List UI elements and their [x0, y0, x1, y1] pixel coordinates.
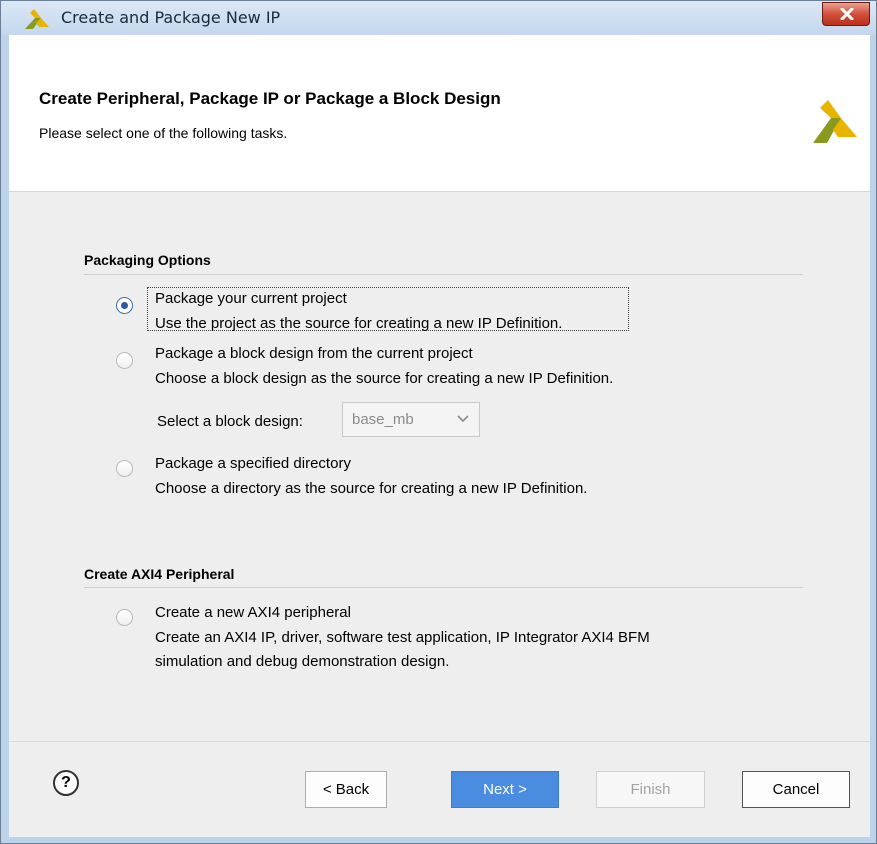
- footer-divider: [9, 741, 870, 742]
- radio-package-directory[interactable]: [116, 460, 133, 477]
- window-title: Create and Package New IP: [61, 8, 281, 27]
- block-design-select[interactable]: base_mb: [342, 402, 480, 437]
- close-button[interactable]: [822, 2, 870, 26]
- dialog-window: Create and Package New IP Create Periphe…: [0, 0, 877, 844]
- finish-button[interactable]: Finish: [596, 771, 705, 808]
- select-value: base_mb: [352, 411, 414, 428]
- close-x-icon: [840, 8, 854, 20]
- back-button[interactable]: < Back: [305, 771, 387, 808]
- option-description: Create an AXI4 IP, driver, software test…: [155, 629, 650, 646]
- option-description: Use the project as the source for creati…: [155, 315, 563, 332]
- packaging-options-heading: Packaging Options: [84, 252, 211, 268]
- option-label[interactable]: Package your current project: [155, 290, 347, 307]
- section-divider: [84, 587, 803, 588]
- radio-create-axi4-peripheral[interactable]: [116, 609, 133, 626]
- vivado-logo-icon: [813, 100, 857, 143]
- radio-package-current-project[interactable]: [116, 297, 133, 314]
- page-subtitle: Please select one of the following tasks…: [39, 125, 288, 141]
- cancel-button[interactable]: Cancel: [742, 771, 850, 808]
- radio-package-block-design[interactable]: [116, 352, 133, 369]
- block-design-select-label: Select a block design:: [157, 413, 303, 430]
- dialog-body: Create Peripheral, Package IP or Package…: [9, 35, 870, 837]
- create-axi4-heading: Create AXI4 Peripheral: [84, 566, 235, 582]
- option-description: Choose a directory as the source for cre…: [155, 480, 588, 497]
- vivado-logo-icon: [25, 9, 49, 29]
- chevron-down-icon: [457, 415, 469, 423]
- option-label[interactable]: Create a new AXI4 peripheral: [155, 604, 351, 621]
- next-button[interactable]: Next >: [451, 771, 559, 808]
- header-panel: Create Peripheral, Package IP or Package…: [9, 35, 870, 192]
- option-description: Choose a block design as the source for …: [155, 370, 614, 387]
- help-button[interactable]: ?: [53, 770, 79, 796]
- option-label[interactable]: Package a block design from the current …: [155, 345, 473, 362]
- title-bar: Create and Package New IP: [1, 1, 876, 35]
- option-label[interactable]: Package a specified directory: [155, 455, 351, 472]
- section-divider: [84, 274, 803, 275]
- option-description: simulation and debug demonstration desig…: [155, 653, 450, 670]
- page-title: Create Peripheral, Package IP or Package…: [39, 89, 501, 108]
